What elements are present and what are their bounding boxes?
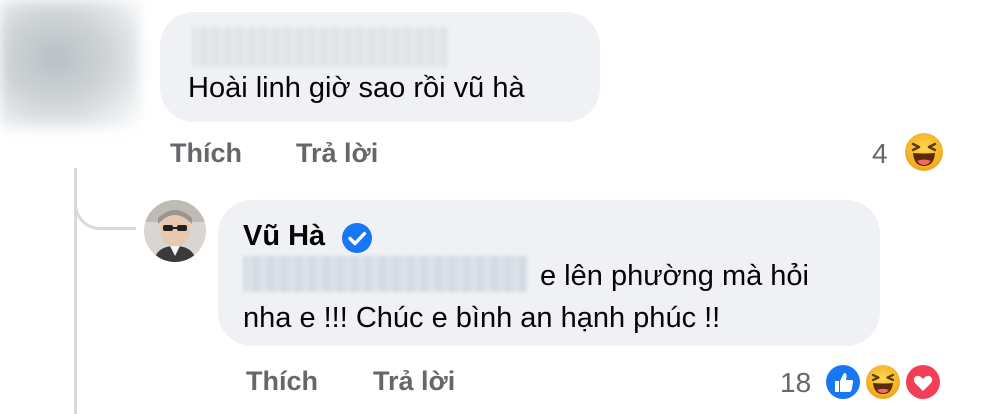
reply-author-name[interactable]: Vũ Hà bbox=[243, 218, 325, 254]
like-icon[interactable] bbox=[823, 362, 863, 402]
like-button[interactable]: Thích bbox=[170, 136, 242, 170]
thread-connector bbox=[74, 168, 136, 230]
like-button[interactable]: Thích bbox=[246, 364, 318, 398]
reply-button[interactable]: Trả lời bbox=[373, 364, 455, 398]
reply-author-avatar[interactable] bbox=[144, 200, 206, 262]
reaction-count[interactable]: 18 bbox=[780, 366, 811, 400]
reply-button[interactable]: Trả lời bbox=[296, 136, 378, 170]
reaction-count[interactable]: 4 bbox=[872, 137, 888, 171]
commenter-avatar[interactable] bbox=[0, 0, 140, 128]
love-icon[interactable] bbox=[903, 362, 943, 402]
comment-text: Hoài linh giờ sao rồi vũ hà bbox=[188, 72, 525, 104]
redacted-mention bbox=[243, 256, 527, 292]
haha-icon[interactable] bbox=[863, 362, 903, 402]
redacted-commenter-name bbox=[192, 27, 448, 67]
verified-badge-icon bbox=[342, 223, 372, 253]
haha-icon[interactable] bbox=[904, 132, 944, 172]
reply-text-line-1: e lên phường mà hỏi bbox=[540, 260, 809, 292]
reply-text-line-2: nha e !!! Chúc e bình an hạnh phúc !! bbox=[243, 302, 721, 334]
